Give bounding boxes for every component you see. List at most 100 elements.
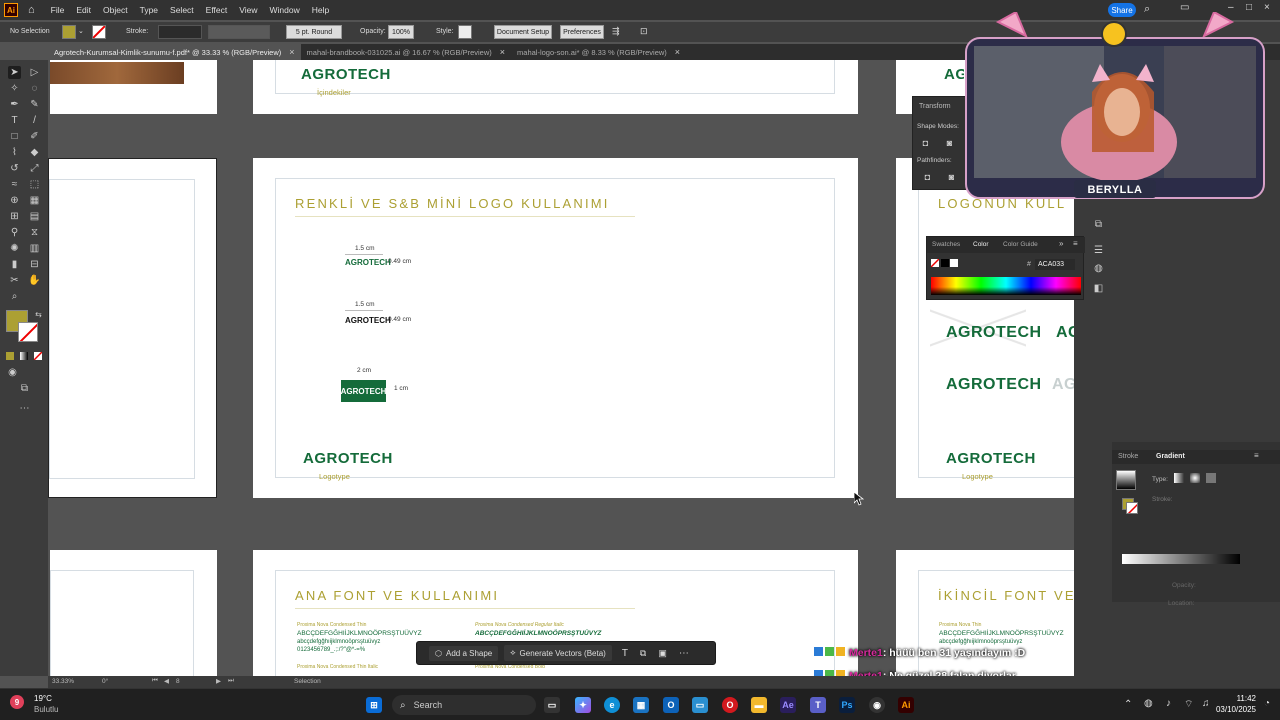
- weather-widget[interactable]: 9: [10, 695, 30, 715]
- mini-logo-box[interactable]: AGROTECH: [341, 380, 386, 402]
- image-icon[interactable]: ▣: [658, 648, 667, 659]
- menu-view[interactable]: View: [239, 5, 257, 15]
- line-tool-icon[interactable]: /: [28, 114, 41, 127]
- tab-color-guide[interactable]: Color Guide: [1003, 241, 1038, 248]
- windows-start-icon[interactable]: ⊞: [366, 697, 382, 713]
- next-page-icon[interactable]: ▶: [216, 677, 221, 685]
- menu-window[interactable]: Window: [270, 5, 300, 15]
- mini-logo-color[interactable]: AGROTECH: [345, 258, 391, 267]
- color-spectrum[interactable]: [931, 277, 1081, 295]
- none-mode-icon[interactable]: [34, 352, 42, 360]
- chevron-down-icon[interactable]: ⌄: [78, 27, 84, 35]
- curvature-tool-icon[interactable]: ✎: [28, 98, 41, 111]
- stroke-indicator-none-icon[interactable]: [1126, 502, 1138, 514]
- transform-tab[interactable]: Transform: [919, 103, 951, 110]
- variable-width-field[interactable]: [208, 25, 270, 39]
- freeform-gradient-icon[interactable]: [1206, 473, 1216, 483]
- gradient-slider[interactable]: [1122, 554, 1240, 564]
- copilot-icon[interactable]: ✦: [575, 697, 591, 713]
- minus-front-icon[interactable]: ◙: [943, 137, 956, 150]
- shape-builder-tool-icon[interactable]: ⊕: [8, 194, 21, 207]
- chevron-up-icon[interactable]: ⌃: [1124, 699, 1132, 710]
- chart-tool-icon[interactable]: ▮: [8, 258, 21, 271]
- store-icon[interactable]: ▦: [633, 697, 649, 713]
- slice-tool-icon[interactable]: ✂: [8, 274, 21, 287]
- volume-icon[interactable]: ♫: [1202, 698, 1210, 709]
- file-explorer-icon[interactable]: ▬: [751, 697, 767, 713]
- rotation-angle[interactable]: 0°: [102, 678, 108, 685]
- stroke-color-none-icon[interactable]: [18, 322, 38, 342]
- lasso-tool-icon[interactable]: ◌: [28, 82, 41, 95]
- panel-menu-icon[interactable]: ≡: [1073, 239, 1078, 248]
- tab-stroke[interactable]: Stroke: [1118, 453, 1138, 460]
- menu-object[interactable]: Object: [103, 5, 128, 15]
- eraser-tool-icon[interactable]: ◆: [28, 146, 41, 159]
- document-setup-button[interactable]: Document Setup: [494, 25, 552, 39]
- libraries-icon[interactable]: ⧉: [1092, 218, 1105, 231]
- gradient-tool-icon[interactable]: ▤: [28, 210, 41, 223]
- remote-desktop-icon[interactable]: ▭: [692, 697, 708, 713]
- free-transform-tool-icon[interactable]: ⬚: [28, 178, 41, 191]
- linear-gradient-icon[interactable]: [1174, 473, 1184, 483]
- menu-help[interactable]: Help: [312, 5, 329, 15]
- network-icon[interactable]: ◍: [1144, 698, 1153, 709]
- direct-selection-tool-icon[interactable]: ▷: [28, 66, 41, 79]
- close-icon[interactable]: ×: [289, 47, 294, 57]
- notifications-icon[interactable]: ◔: [1264, 698, 1270, 709]
- edge-icon[interactable]: e: [604, 697, 620, 713]
- last-page-icon[interactable]: ⏭: [228, 677, 234, 685]
- brush-definition[interactable]: 5 pt. Round: [286, 25, 342, 39]
- fill-swatch[interactable]: [62, 25, 76, 39]
- tab-mahal-logo[interactable]: mahal-logo-son.ai* @ 8.33 % (RGB/Preview…: [511, 44, 686, 60]
- hand-tool-icon[interactable]: ✋: [28, 274, 41, 287]
- tab-mahal-brandbook[interactable]: mahal-brandbook-031025.ai @ 16.67 % (RGB…: [301, 44, 511, 60]
- selection-tool-icon[interactable]: ➤: [8, 66, 21, 79]
- eyedropper-tool-icon[interactable]: ⚲: [8, 226, 21, 239]
- gradient-mode-icon[interactable]: [20, 352, 28, 360]
- after-effects-icon[interactable]: Ae: [780, 697, 796, 713]
- radial-gradient-icon[interactable]: [1190, 473, 1200, 483]
- previous-page-icon[interactable]: ◀: [164, 677, 169, 685]
- screen-mode-icon[interactable]: ⧉: [18, 382, 31, 395]
- type-icon[interactable]: T: [622, 648, 628, 659]
- menu-select[interactable]: Select: [170, 5, 194, 15]
- menu-effect[interactable]: Effect: [206, 5, 228, 15]
- mini-logo-bw[interactable]: AGROTECH: [345, 316, 391, 325]
- rotate-tool-icon[interactable]: ↺: [8, 162, 21, 175]
- artboard-icon[interactable]: ⧉: [640, 648, 646, 659]
- white-swatch[interactable]: [950, 259, 958, 267]
- task-view-icon[interactable]: ▭: [544, 697, 560, 713]
- blend-tool-icon[interactable]: ⧖: [28, 226, 41, 239]
- more-options-icon[interactable]: ⋯: [679, 648, 689, 659]
- type-tool-icon[interactable]: T: [8, 114, 21, 127]
- draw-mode-icon[interactable]: ◉: [6, 366, 19, 379]
- obs-icon[interactable]: ◉: [869, 697, 885, 713]
- tab-agrotech[interactable]: Agrotech-Kurumsal-Kimlik-sunumu-f.pdf* @…: [48, 44, 301, 60]
- stroke-swatch-none-icon[interactable]: [92, 25, 106, 39]
- menu-type[interactable]: Type: [140, 5, 158, 15]
- appearance-icon[interactable]: ◍: [1092, 262, 1105, 275]
- expand-icon[interactable]: »: [1059, 239, 1063, 248]
- none-swatch-icon[interactable]: [931, 259, 939, 267]
- shaper-tool-icon[interactable]: ⌇: [8, 146, 21, 159]
- preferences-button[interactable]: Preferences: [560, 25, 604, 39]
- stroke-weight-field[interactable]: [158, 25, 202, 39]
- more-tools-icon[interactable]: ⋯: [18, 402, 31, 415]
- clock-time[interactable]: 11:42: [1220, 694, 1256, 703]
- artboard-tool-icon[interactable]: ⊟: [28, 258, 41, 271]
- black-swatch[interactable]: [941, 259, 949, 267]
- align-icon[interactable]: ⇶: [612, 26, 620, 37]
- tab-gradient[interactable]: Gradient: [1156, 453, 1185, 460]
- menu-file[interactable]: File: [51, 5, 65, 15]
- hex-field[interactable]: ACA033: [1035, 259, 1075, 270]
- column-graph-tool-icon[interactable]: ▥: [28, 242, 41, 255]
- opera-icon[interactable]: O: [722, 697, 738, 713]
- menu-edit[interactable]: Edit: [76, 5, 91, 15]
- home-icon[interactable]: ⌂: [28, 4, 35, 16]
- add-shape-button[interactable]: ⬡ Add a Shape: [429, 645, 499, 661]
- graphic-styles-icon[interactable]: ◧: [1092, 282, 1105, 295]
- close-icon[interactable]: ×: [675, 47, 680, 57]
- panel-menu-icon[interactable]: ≡: [1254, 451, 1259, 460]
- artboard-number[interactable]: 8: [176, 678, 180, 685]
- layers-icon[interactable]: ☰: [1092, 244, 1105, 257]
